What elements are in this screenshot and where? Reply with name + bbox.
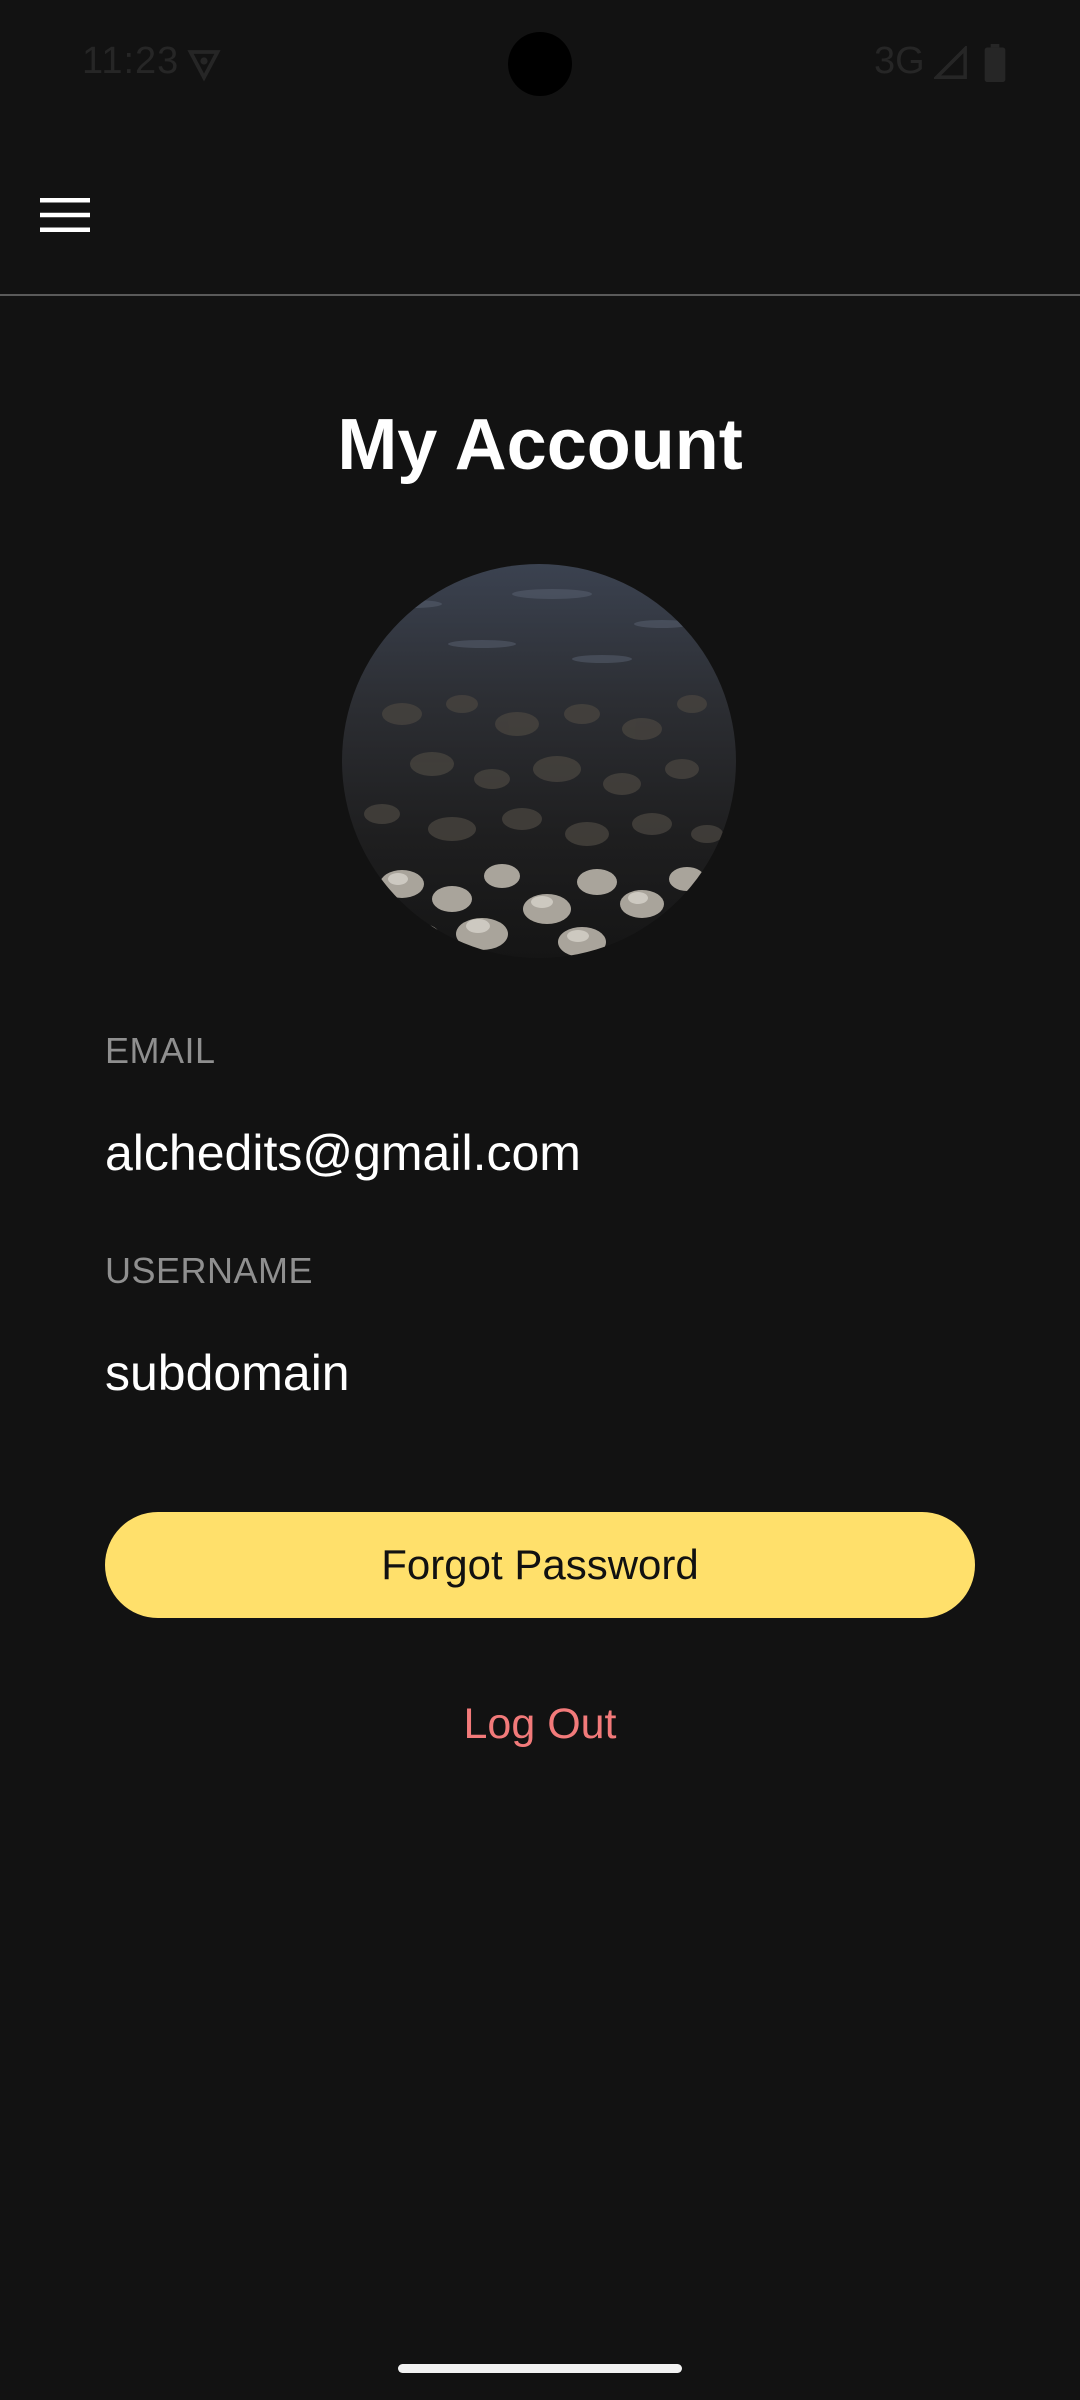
page-title: My Account bbox=[337, 405, 743, 485]
username-label: USERNAME bbox=[105, 1250, 314, 1291]
status-bar: 11:23 3G bbox=[0, 0, 1080, 128]
app-bar-divider bbox=[0, 294, 1080, 296]
profile-avatar[interactable] bbox=[342, 564, 736, 958]
status-time: 11:23 bbox=[82, 40, 180, 82]
camera-cutout bbox=[508, 32, 572, 96]
vpn-shield-icon bbox=[187, 50, 221, 82]
signal-icon bbox=[934, 46, 967, 79]
home-indicator[interactable] bbox=[398, 2364, 682, 2373]
forgot-password-button[interactable]: Forgot Password bbox=[105, 1512, 975, 1618]
battery-icon bbox=[984, 44, 1006, 82]
username-value: subdomain bbox=[105, 1345, 350, 1401]
menu-button[interactable] bbox=[28, 178, 102, 252]
profile-photo-pebbles bbox=[342, 564, 736, 958]
hamburger-menu-icon bbox=[40, 198, 90, 232]
log-out-button[interactable]: Log Out bbox=[390, 1700, 690, 1760]
email-value: alchedits@gmail.com bbox=[105, 1125, 581, 1181]
top-app-bar bbox=[0, 128, 1080, 294]
email-label: EMAIL bbox=[105, 1030, 216, 1071]
network-type: 3G bbox=[874, 40, 925, 82]
